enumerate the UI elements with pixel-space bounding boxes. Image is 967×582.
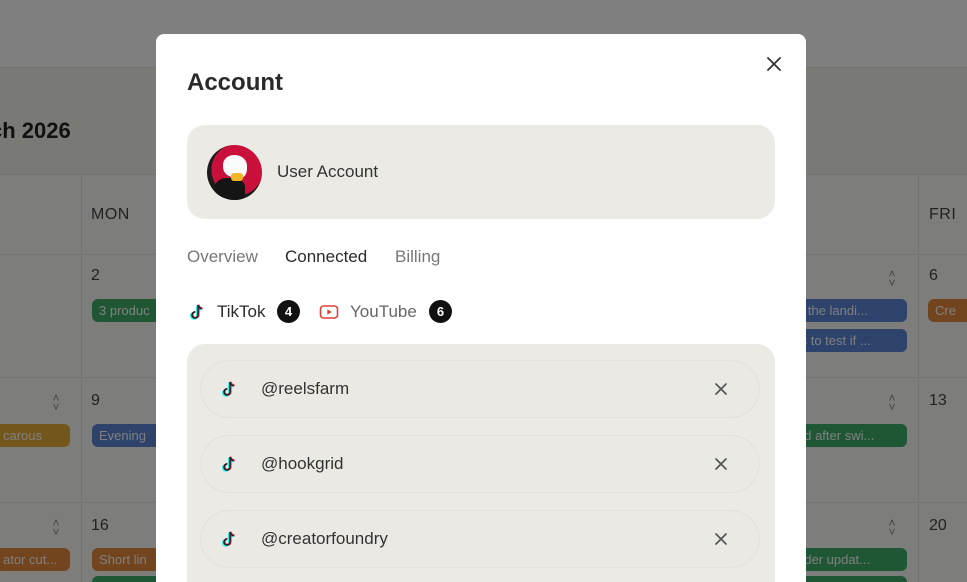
tiktok-icon: [190, 304, 203, 320]
avatar: [207, 145, 262, 200]
account-handle: @reelsfarm: [261, 379, 350, 398]
connected-accounts-list: @reelsfarm @hookgrid @creatorfoundry: [187, 344, 775, 582]
modal-title: Account: [187, 69, 283, 96]
platform-tiktok[interactable]: TikTok 4: [187, 299, 302, 325]
platform-label: YouTube: [350, 302, 417, 321]
count-badge: 6: [429, 300, 452, 323]
tiktok-icon: [222, 381, 235, 397]
tab-billing[interactable]: Billing: [395, 247, 440, 267]
list-item: @creatorfoundry: [201, 511, 759, 567]
close-icon: [715, 533, 727, 545]
remove-account-button[interactable]: [709, 377, 733, 401]
remove-account-button[interactable]: [709, 527, 733, 551]
account-card: User Account: [187, 125, 775, 219]
tab-connected[interactable]: Connected: [285, 247, 367, 267]
close-icon: [767, 57, 781, 71]
list-item: @reelsfarm: [201, 361, 759, 417]
close-icon: [715, 458, 727, 470]
youtube-icon: [319, 305, 339, 319]
tiktok-icon: [222, 531, 235, 547]
account-modal: Account User Account Overview Connected …: [156, 34, 806, 582]
remove-account-button[interactable]: [709, 452, 733, 476]
account-handle: @creatorfoundry: [261, 529, 388, 548]
platform-youtube[interactable]: YouTube 6: [319, 299, 454, 325]
tab-overview[interactable]: Overview: [187, 247, 258, 267]
account-handle: @hookgrid: [261, 454, 344, 473]
list-item: @hookgrid: [201, 436, 759, 492]
account-name: User Account: [277, 162, 379, 181]
tiktok-icon: [222, 456, 235, 472]
count-badge: 4: [277, 300, 300, 323]
close-button[interactable]: [762, 52, 786, 76]
platform-label: TikTok: [217, 302, 266, 321]
close-icon: [715, 383, 727, 395]
